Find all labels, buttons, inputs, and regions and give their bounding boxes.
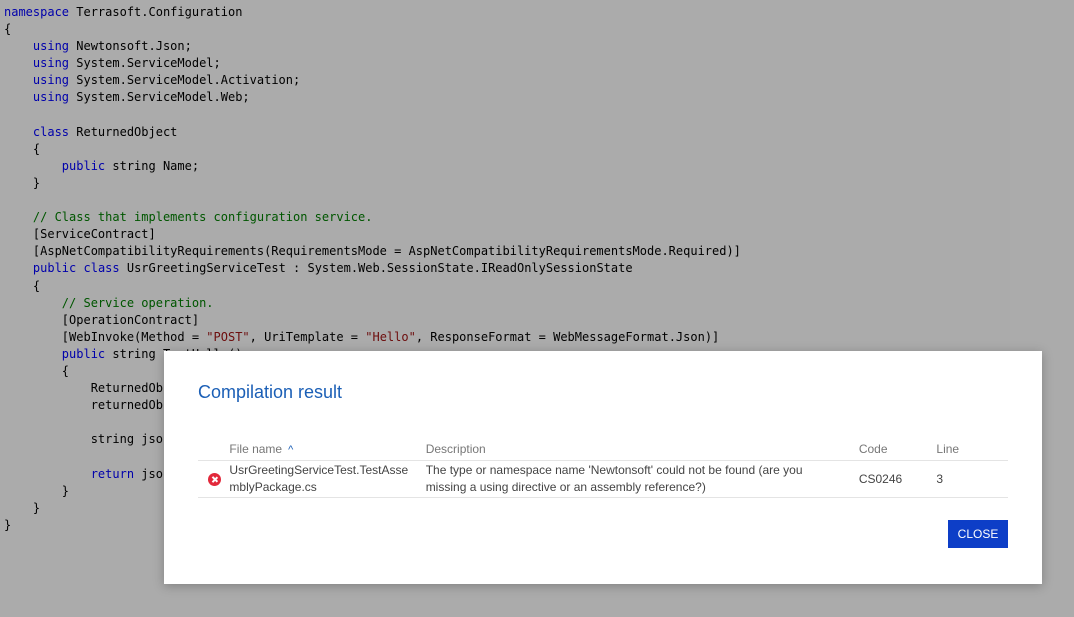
row-status-cell [198, 460, 230, 498]
row-code: CS0246 [858, 460, 937, 498]
header-icon-column [198, 437, 230, 461]
dialog-title: Compilation result [198, 382, 343, 402]
results-table: File name ^ Description Code Line UsrGree… [198, 437, 1008, 498]
row-description: The type or namespace name 'Newtonsoft' … [425, 460, 859, 498]
header-description[interactable]: Description [425, 437, 859, 461]
compilation-result-dialog: Compilation result File name ^ Descriptio… [164, 351, 1042, 584]
table-row[interactable]: UsrGreetingServiceTest.TestAssemblyPacka… [198, 460, 1008, 498]
row-line: 3 [936, 460, 1008, 498]
header-file-name-label: File name [229, 441, 283, 456]
header-file-name[interactable]: File name ^ [229, 437, 426, 461]
header-line[interactable]: Line [936, 437, 1008, 461]
table-header-row: File name ^ Description Code Line [198, 437, 1008, 461]
row-file-name: UsrGreetingServiceTest.TestAssemblyPacka… [229, 460, 426, 498]
error-circle-icon [208, 472, 221, 486]
sort-ascending-icon: ^ [288, 443, 294, 456]
close-button[interactable]: CLOSE [948, 520, 1008, 548]
header-code[interactable]: Code [858, 437, 937, 461]
